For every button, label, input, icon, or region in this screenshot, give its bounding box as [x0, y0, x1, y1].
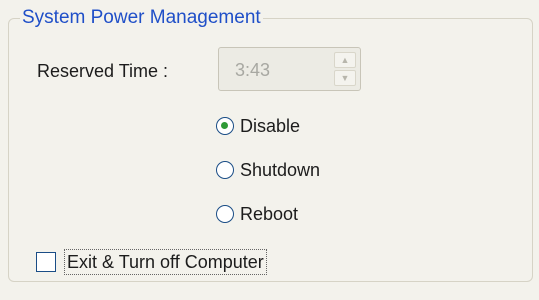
- checkbox-label: Exit & Turn off Computer: [64, 249, 267, 275]
- up-arrow-icon: ▲: [340, 55, 350, 65]
- radio-option-reboot[interactable]: Reboot: [216, 202, 298, 226]
- radio-button-shutdown[interactable]: [216, 161, 234, 179]
- spinner-down-button[interactable]: ▼: [334, 70, 356, 86]
- radio-button-disable[interactable]: [216, 117, 234, 135]
- spinner-up-button[interactable]: ▲: [334, 52, 356, 68]
- radio-label-reboot: Reboot: [240, 204, 299, 224]
- radio-label-disable: Disable: [240, 116, 301, 136]
- reserved-time-label: Reserved Time :: [37, 61, 169, 81]
- spinner-buttons: ▲ ▼: [334, 52, 356, 86]
- group-title: System Power Management: [20, 7, 263, 29]
- radio-option-disable[interactable]: Disable: [216, 114, 300, 138]
- down-arrow-icon: ▼: [340, 73, 350, 83]
- radio-selected-dot-icon: [221, 122, 228, 129]
- system-power-management-panel: System Power Management Reserved Time : …: [0, 0, 539, 300]
- radio-button-reboot[interactable]: [216, 205, 234, 223]
- radio-label-shutdown: Shutdown: [240, 160, 321, 180]
- exit-turn-off-computer-checkbox[interactable]: [36, 252, 56, 272]
- reserved-time-spinner[interactable]: 3:43 ▲ ▼: [218, 47, 361, 91]
- radio-option-shutdown[interactable]: Shutdown: [216, 158, 320, 182]
- reserved-time-value: 3:43: [235, 60, 271, 80]
- exit-turn-off-computer-option[interactable]: Exit & Turn off Computer: [36, 249, 267, 275]
